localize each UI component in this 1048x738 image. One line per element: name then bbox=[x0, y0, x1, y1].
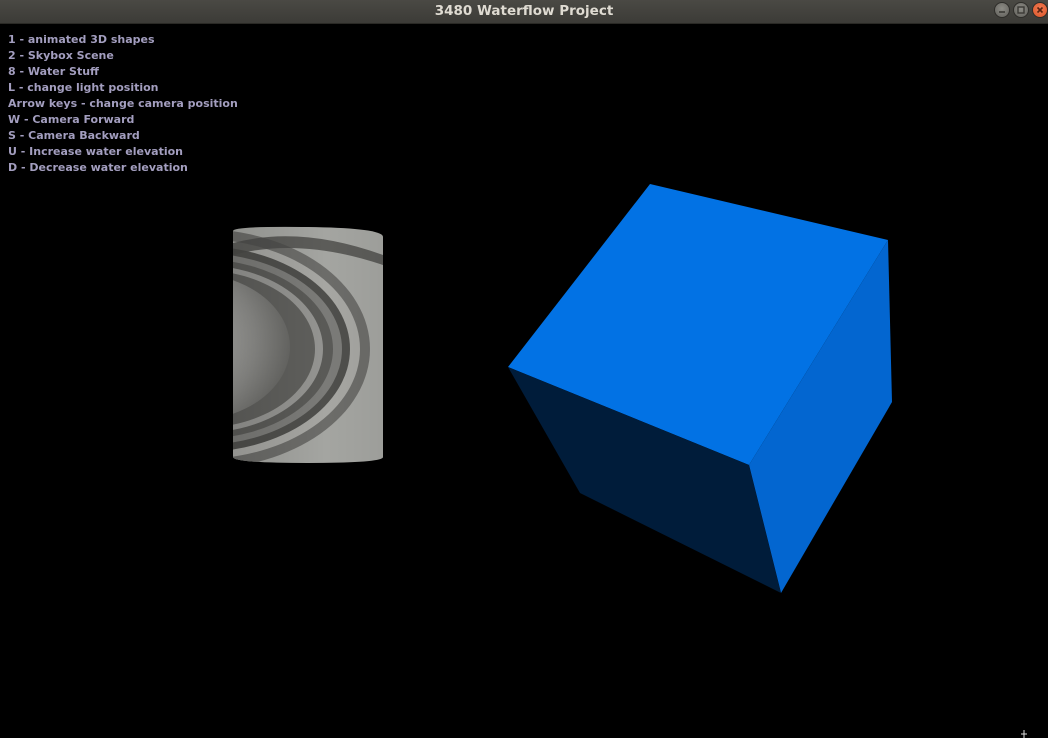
help-line: 2 - Skybox Scene bbox=[8, 49, 114, 62]
help-line: D - Decrease water elevation bbox=[8, 161, 188, 174]
help-line: L - change light position bbox=[8, 81, 159, 94]
minimize-button[interactable] bbox=[994, 2, 1010, 18]
blue-cube bbox=[508, 184, 892, 593]
crosshair-cursor-icon bbox=[1021, 730, 1027, 738]
help-line: 1 - animated 3D shapes bbox=[8, 33, 155, 46]
help-line: U - Increase water elevation bbox=[8, 145, 184, 158]
minimize-icon bbox=[999, 11, 1005, 13]
close-button[interactable] bbox=[1032, 2, 1048, 18]
keyboard-help-overlay: 1 - animated 3D shapes 2 - Skybox Scene … bbox=[8, 32, 238, 176]
close-icon bbox=[1036, 6, 1044, 14]
title-bar[interactable]: 3480 Waterflow Project bbox=[0, 0, 1048, 24]
textured-cylinder bbox=[233, 226, 383, 463]
render-viewport[interactable]: 1 - animated 3D shapes 2 - Skybox Scene … bbox=[0, 25, 1048, 738]
window-title: 3480 Waterflow Project bbox=[434, 3, 614, 19]
help-line: W - Camera Forward bbox=[8, 113, 135, 126]
maximize-icon bbox=[1017, 6, 1025, 14]
help-line: S - Camera Backward bbox=[8, 129, 140, 142]
help-line: Arrow keys - change camera position bbox=[8, 97, 238, 110]
help-line: 8 - Water Stuff bbox=[8, 65, 99, 78]
application-window: 3480 Waterflow Project 1 - animated 3D s… bbox=[0, 0, 1048, 738]
maximize-button[interactable] bbox=[1013, 2, 1029, 18]
